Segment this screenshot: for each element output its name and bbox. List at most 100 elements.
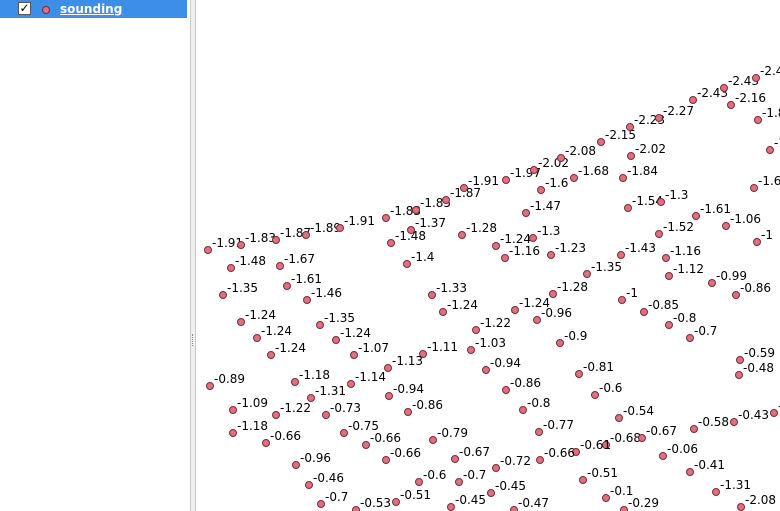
sounding-marker[interactable] (549, 290, 557, 298)
sounding-point[interactable]: -1.35 (583, 260, 623, 278)
sounding-marker[interactable] (392, 498, 400, 506)
sounding-point[interactable]: -0.45 (487, 479, 527, 497)
sounding-point[interactable]: -0.79 (429, 426, 469, 444)
sounding-point[interactable]: -1.23 (547, 241, 587, 259)
sounding-point[interactable]: -1.43 (617, 241, 657, 259)
sounding-marker[interactable] (317, 500, 325, 508)
sounding-marker[interactable] (458, 231, 466, 239)
sounding-marker[interactable] (522, 209, 530, 217)
sounding-marker[interactable] (262, 439, 270, 447)
sounding-point[interactable]: -2.16 (727, 91, 767, 109)
sounding-point[interactable]: -1.76 (766, 136, 780, 154)
sounding-marker[interactable] (730, 418, 738, 426)
layer-visibility-checkbox[interactable]: ✓ (18, 2, 31, 15)
sounding-point[interactable]: -0.66 (382, 446, 422, 464)
sounding-marker[interactable] (404, 408, 412, 416)
sounding-point[interactable]: -1.61 (692, 202, 732, 220)
sounding-point[interactable]: -1.28 (549, 280, 589, 298)
sounding-point[interactable]: -1.09 (229, 396, 269, 414)
sounding-marker[interactable] (619, 174, 627, 182)
sounding-marker[interactable] (657, 198, 665, 206)
sounding-point[interactable]: -1 (618, 286, 638, 304)
sounding-marker[interactable] (720, 84, 728, 92)
sounding-marker[interactable] (403, 260, 411, 268)
sounding-marker[interactable] (692, 212, 700, 220)
sounding-marker[interactable] (510, 506, 518, 511)
sounding-point[interactable]: -0.54 (615, 404, 655, 422)
sounding-point[interactable]: -1.4 (403, 250, 435, 268)
sounding-marker[interactable] (624, 204, 632, 212)
sounding-marker[interactable] (530, 166, 538, 174)
sounding-marker[interactable] (655, 114, 663, 122)
sounding-marker[interactable] (752, 74, 760, 82)
sounding-marker[interactable] (451, 455, 459, 463)
sounding-point[interactable]: -1.35 (219, 281, 259, 299)
sounding-marker[interactable] (519, 406, 527, 414)
sounding-marker[interactable] (487, 489, 495, 497)
sounding-point[interactable]: -1.24 (267, 341, 307, 359)
sounding-point[interactable]: -1.14 (347, 370, 387, 388)
sounding-marker[interactable] (665, 321, 673, 329)
sounding-marker[interactable] (615, 414, 623, 422)
sounding-marker[interactable] (627, 152, 635, 160)
sounding-point[interactable]: -0.43 (730, 408, 770, 426)
sounding-point[interactable]: -1.12 (665, 262, 705, 280)
sounding-point[interactable]: -1.22 (472, 316, 512, 334)
sounding-point[interactable]: -1.03 (467, 336, 507, 354)
sounding-marker[interactable] (754, 116, 762, 124)
sounding-point[interactable]: -1.24 (439, 298, 479, 316)
sounding-marker[interactable] (204, 246, 212, 254)
sounding-point[interactable]: -0.73 (322, 401, 362, 419)
sounding-marker[interactable] (686, 334, 694, 342)
sounding-point[interactable]: -1.68 (570, 164, 610, 182)
sounding-point[interactable]: -0.29 (620, 496, 660, 511)
sounding-point[interactable]: -1.91 (336, 214, 376, 232)
sounding-marker[interactable] (640, 308, 648, 316)
sounding-point[interactable]: -1.67 (276, 252, 316, 270)
sounding-point[interactable]: -1.84 (619, 164, 659, 182)
sounding-point[interactable]: -1.22 (272, 401, 312, 419)
sounding-point[interactable]: -0.66 (536, 446, 576, 464)
sounding-marker[interactable] (303, 296, 311, 304)
sounding-point[interactable]: -1.48 (227, 254, 267, 272)
map-canvas[interactable]: -1.91 -1.83 -1.87 -1.89 -1.48 -1.67 -1.91 -1.83… (196, 0, 780, 511)
sounding-marker[interactable] (727, 101, 735, 109)
sounding-marker[interactable] (447, 503, 455, 511)
sounding-point[interactable]: -0.89 (206, 372, 246, 390)
sounding-marker[interactable] (618, 296, 626, 304)
sounding-marker[interactable] (283, 282, 291, 290)
sounding-point[interactable]: -0.61 (572, 438, 612, 456)
sounding-marker[interactable] (617, 251, 625, 259)
sounding-point[interactable]: -0.41 (686, 458, 726, 476)
sounding-point[interactable]: -1.83 (237, 231, 277, 249)
sounding-marker[interactable] (655, 230, 663, 238)
sounding-point[interactable]: -2.02 (627, 142, 667, 160)
sounding-marker[interactable] (206, 382, 214, 390)
sounding-marker[interactable] (597, 138, 605, 146)
sounding-marker[interactable] (429, 436, 437, 444)
sounding-point[interactable]: -0.8 (519, 396, 551, 414)
sounding-point[interactable]: -0.67 (638, 424, 678, 442)
sounding-point[interactable]: -1 (753, 228, 773, 246)
sounding-point[interactable]: -0.81 (575, 360, 615, 378)
sounding-marker[interactable] (219, 291, 227, 299)
sounding-marker[interactable] (690, 425, 698, 433)
sounding-marker[interactable] (467, 346, 475, 354)
sounding-point[interactable]: -1.07 (350, 341, 390, 359)
sounding-marker[interactable] (472, 326, 480, 334)
sounding-point[interactable]: -0.51 (579, 466, 619, 484)
sounding-point[interactable]: -0.94 (482, 356, 522, 374)
sounding-marker[interactable] (547, 251, 555, 259)
sounding-marker[interactable] (272, 236, 280, 244)
sounding-marker[interactable] (579, 476, 587, 484)
sounding-point[interactable]: -0.86 (502, 376, 542, 394)
sounding-marker[interactable] (570, 174, 578, 182)
sounding-point[interactable]: -0.53 (352, 496, 392, 511)
sounding-marker[interactable] (350, 351, 358, 359)
sounding-marker[interactable] (536, 456, 544, 464)
sounding-marker[interactable] (455, 478, 463, 486)
sounding-point[interactable]: -1.31 (307, 384, 347, 402)
sounding-marker[interactable] (708, 279, 716, 287)
sounding-point[interactable]: -0.58 (690, 415, 730, 433)
sounding-point[interactable]: -0.72 (492, 454, 532, 472)
